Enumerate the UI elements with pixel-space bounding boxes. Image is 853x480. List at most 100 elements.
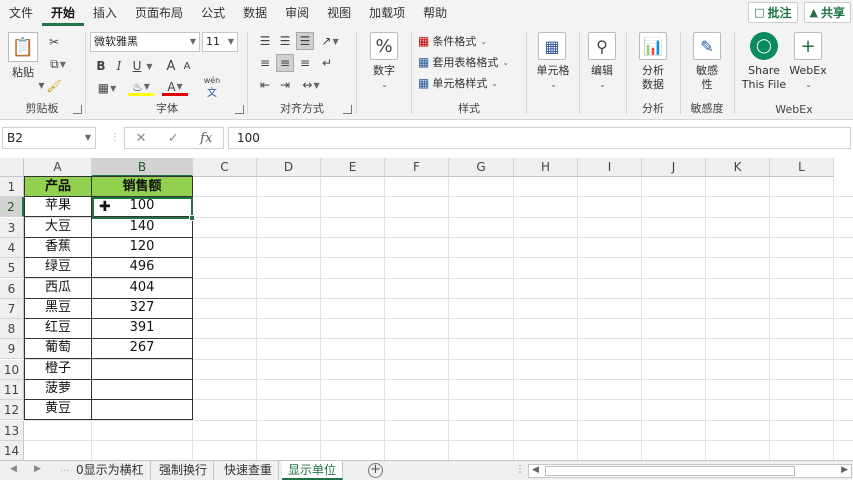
product-cell[interactable]: 大豆 [24,216,92,238]
cut-icon[interactable]: ✂ [46,34,62,50]
sales-cell[interactable]: 267 [92,338,193,360]
column-header[interactable]: B [92,158,193,177]
shrink-font-button[interactable]: A [180,58,194,74]
fill-handle[interactable] [189,215,195,221]
row-header[interactable]: 5 [0,258,24,279]
menu-review[interactable]: 审阅 [276,0,318,26]
column-header[interactable]: G [449,158,514,177]
header-cell-product[interactable]: 产品 [24,176,92,197]
share-button[interactable]: ▲ 共享 [803,2,851,23]
menu-data[interactable]: 数据 [234,0,276,26]
align-left-icon[interactable]: ≡ [256,54,274,72]
scroll-right-icon[interactable]: ▶ [841,465,848,475]
paste-label[interactable]: 粘贴 [6,66,40,79]
row-header[interactable]: 9 [0,339,24,360]
sales-cell[interactable] [92,358,193,380]
sales-cell[interactable]: 327 [92,297,193,319]
name-box[interactable]: B2 ▼ [2,127,96,149]
comments-button[interactable]: □ 批注 [748,2,798,23]
sheet-tab-wrap[interactable]: 强制换行 [153,461,215,480]
menu-help[interactable]: 帮助 [414,0,456,26]
merge-center-icon[interactable]: ↔ ▼ [298,76,324,94]
column-header[interactable]: A [24,158,92,177]
scroll-thumb[interactable] [545,466,795,476]
sales-cell[interactable]: 404 [92,277,193,299]
italic-button[interactable]: I [112,58,126,74]
column-header[interactable]: J [642,158,706,177]
product-cell[interactable]: 菠萝 [24,379,92,400]
format-as-table-button[interactable]: ▦ 套用表格格式 ⌄ [418,53,509,71]
align-bottom-icon[interactable]: ☰ [296,32,314,50]
column-header[interactable]: K [706,158,770,177]
cancel-icon[interactable]: ✕ [136,131,147,146]
next-sheet-icon[interactable]: ▶ [34,464,41,474]
orientation-icon[interactable]: ↗ ▼ [318,32,342,50]
paste-dropdown-icon[interactable]: ▼ [36,80,46,90]
webex-label[interactable]: WebEx [788,64,828,77]
sales-cell[interactable] [92,399,193,421]
cells-dropdown-icon[interactable]: ⌄ [547,78,559,90]
sensitivity-icon[interactable]: ✎ [693,32,721,60]
number-label[interactable]: 数字 [360,64,408,77]
font-launcher-icon[interactable] [235,105,244,114]
paste-icon[interactable]: 📋 [8,32,38,62]
column-header[interactable]: H [514,158,578,177]
search-icon[interactable]: ⚲ [588,32,616,60]
copy-icon[interactable]: ⧉ ▼ [46,56,70,72]
share-file-label-2[interactable]: This File [736,78,792,91]
product-cell[interactable]: 黑豆 [24,297,92,319]
align-middle-icon[interactable]: ☰ [276,32,294,50]
share-file-label-1[interactable]: Share [736,64,792,77]
sensitivity-label-1[interactable]: 敏感 [682,64,732,77]
scroll-left-icon[interactable]: ◀ [532,465,539,475]
cell-styles-button[interactable]: ▦ 单元格样式 ⌄ [418,74,498,92]
add-sheet-button[interactable]: + [368,463,383,478]
row-header[interactable]: 4 [0,237,24,258]
percent-icon[interactable]: % [370,32,398,60]
row-header[interactable]: 10 [0,359,24,380]
analysis-label-1[interactable]: 分析 [628,64,678,77]
menu-file[interactable]: 文件 [0,0,42,26]
sensitivity-label-2[interactable]: 性 [682,78,732,91]
menu-page-layout[interactable]: 页面布局 [126,0,192,26]
font-size-select[interactable]: 11 ▼ [202,32,238,52]
align-right-icon[interactable]: ≡ [296,54,314,72]
grow-font-button[interactable]: A [164,58,178,74]
row-header[interactable]: 6 [0,278,24,299]
increase-indent-icon[interactable]: ⇥ [276,76,294,94]
fill-color-icon[interactable]: ♨ ▼ [128,80,154,96]
menu-home[interactable]: 开始 [42,0,85,26]
select-all-corner[interactable] [0,158,24,177]
insert-function-button[interactable]: fx [200,131,212,146]
menu-formulas[interactable]: 公式 [192,0,234,26]
confirm-icon[interactable]: ✓ [168,131,179,146]
formula-input[interactable]: 100 [228,127,851,149]
product-cell[interactable]: 绿豆 [24,257,92,279]
product-cell[interactable]: 黄豆 [24,399,92,421]
borders-icon[interactable]: ▦ ▼ [94,80,120,96]
sales-cell[interactable]: 120 [92,236,193,258]
column-header[interactable]: I [578,158,642,177]
cells-label[interactable]: 单元格 [528,64,578,77]
row-header[interactable]: 3 [0,217,24,238]
sales-cell[interactable]: 140 [92,216,193,238]
font-color-button[interactable]: A ▼ [162,80,188,96]
tab-split-handle-icon[interactable]: ⋮ [515,464,525,475]
underline-button[interactable]: U [130,58,144,74]
phonetic-sub-text[interactable]: 文 [198,84,226,99]
row-header[interactable]: 14 [0,440,24,460]
bold-button[interactable]: B [94,58,108,74]
column-header[interactable]: F [385,158,449,177]
sales-cell[interactable]: 496 [92,257,193,279]
product-cell[interactable]: 橙子 [24,358,92,380]
font-name-select[interactable]: 微软雅黑 ▼ [90,32,200,52]
row-header[interactable]: 11 [0,380,24,400]
cells-icon[interactable]: ▦ [538,32,566,60]
analysis-label-2[interactable]: 数据 [628,78,678,91]
sales-cell[interactable] [92,379,193,400]
row-header[interactable]: 7 [0,298,24,319]
header-cell-sales[interactable]: 销售额 [92,176,193,197]
more-sheets-icon[interactable]: … [60,464,69,474]
product-cell[interactable]: 苹果 [24,196,92,218]
column-header[interactable]: D [257,158,321,177]
